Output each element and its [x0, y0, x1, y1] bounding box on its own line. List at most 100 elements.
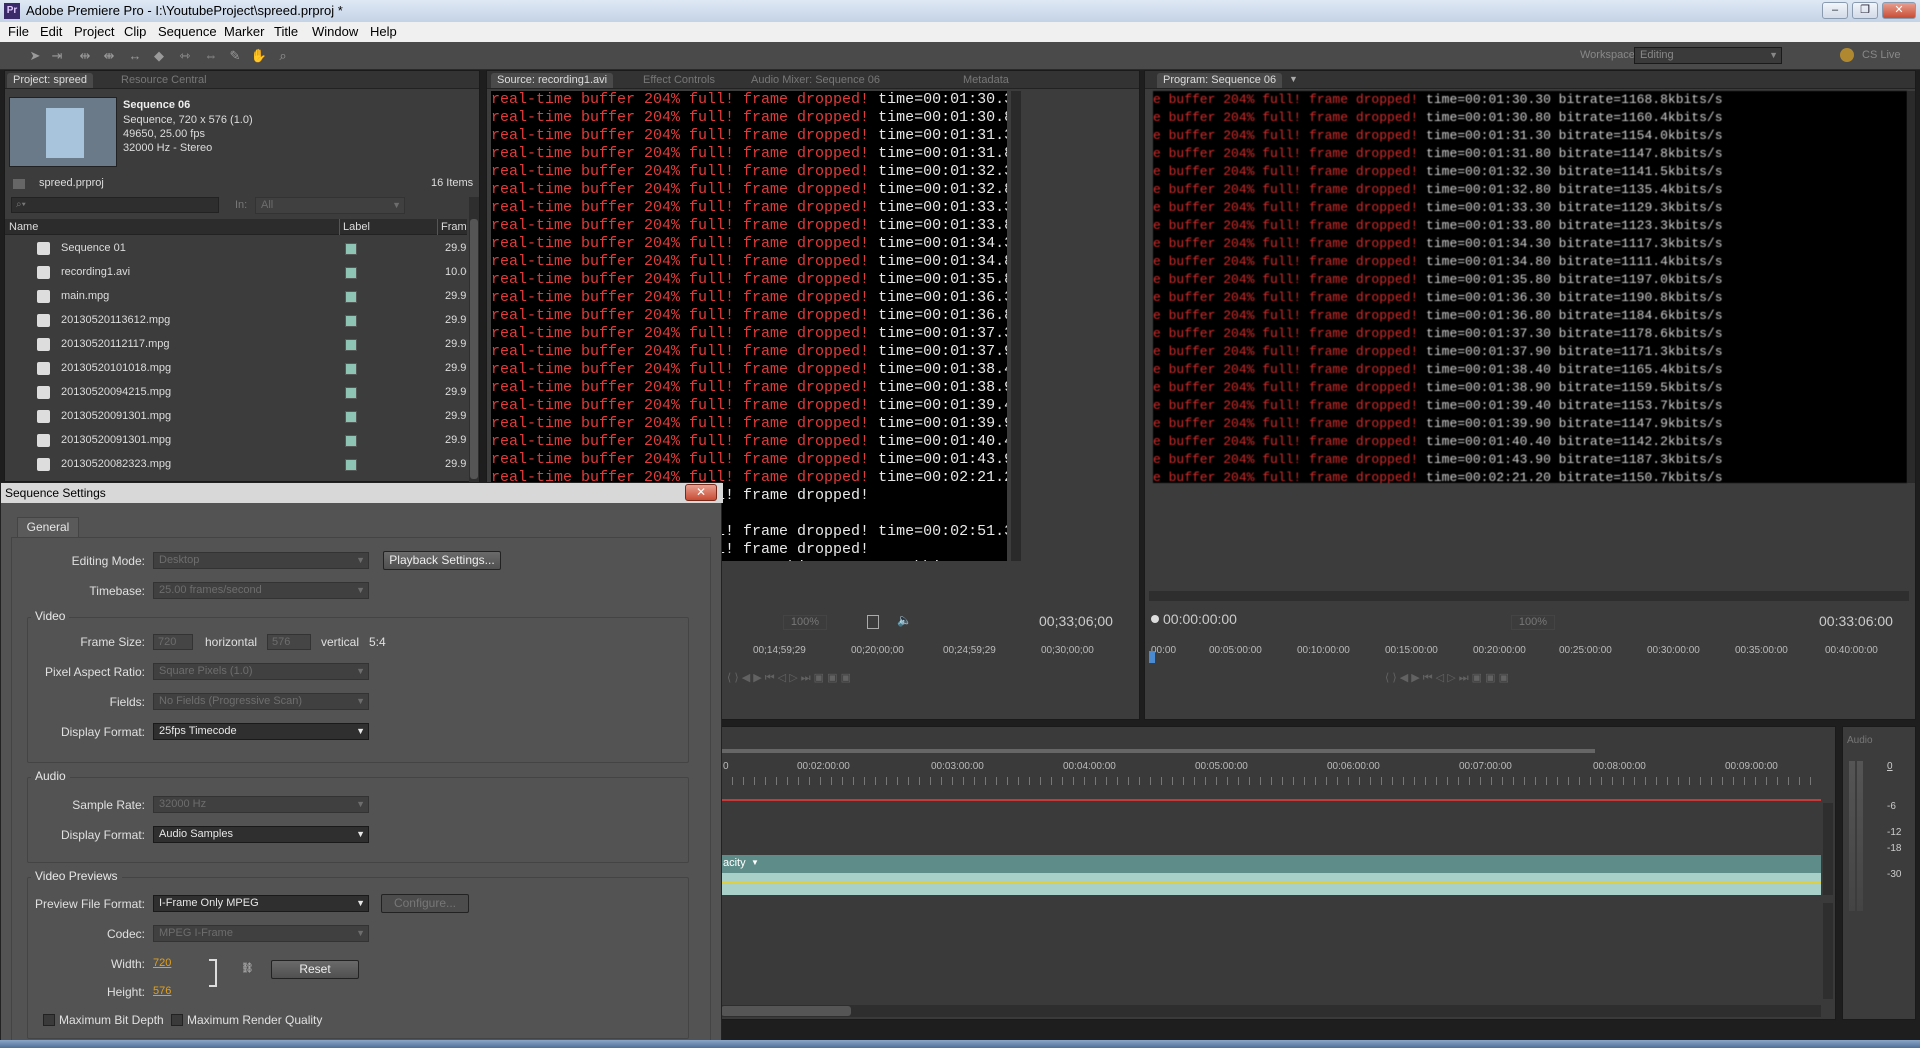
- opacity-rubberband[interactable]: [721, 882, 1821, 883]
- program-zoom-dropdown[interactable]: 100%: [1511, 615, 1555, 630]
- minimize-button[interactable]: –: [1822, 2, 1848, 19]
- timeline-h-scrollbar[interactable]: [721, 1005, 1821, 1017]
- label-swatch[interactable]: [345, 267, 357, 279]
- program-h-scrollbar[interactable]: [1149, 591, 1909, 601]
- pixel-aspect-ratio-value: Square Pixels (1.0): [159, 665, 253, 677]
- rolling-edit-icon[interactable]: ⇼: [100, 47, 118, 65]
- chevron-down-icon[interactable]: ▼: [1289, 74, 1298, 84]
- maximize-button[interactable]: ❐: [1852, 2, 1878, 19]
- column-frame-rate[interactable]: Fram: [441, 221, 467, 233]
- chain-link-icon[interactable]: ⛓: [241, 963, 254, 974]
- scroll-thumb[interactable]: [721, 1006, 851, 1016]
- label-swatch[interactable]: [345, 243, 357, 255]
- clip-fx-label[interactable]: acity: [723, 857, 746, 869]
- label-swatch[interactable]: [345, 459, 357, 471]
- timeline-ruler[interactable]: 0 00:02:00:00 00:03:00:00 00:04:00:00 00…: [721, 759, 1821, 773]
- menu-clip[interactable]: Clip: [124, 24, 146, 39]
- video-tracks-scrollbar[interactable]: [1823, 803, 1833, 895]
- list-item[interactable]: 20130520101018.mpg 29.97: [5, 357, 467, 381]
- source-scrollbar[interactable]: [1011, 91, 1021, 561]
- selection-tool-icon[interactable]: ➤: [26, 47, 44, 65]
- menu-sequence[interactable]: Sequence: [158, 24, 217, 39]
- pen-icon[interactable]: ✎: [226, 47, 244, 65]
- tab-metadata[interactable]: Metadata: [957, 73, 1015, 88]
- scroll-thumb[interactable]: [470, 219, 478, 479]
- list-item[interactable]: 20130520091301.mpg 29.97: [5, 405, 467, 429]
- track-select-icon[interactable]: ⇥: [48, 47, 66, 65]
- close-window-button[interactable]: ✕: [1882, 2, 1916, 19]
- menu-window[interactable]: Window: [312, 24, 358, 39]
- zoom-icon[interactable]: ⌕: [274, 47, 292, 65]
- work-area-bar[interactable]: [721, 749, 1595, 753]
- playhead[interactable]: [1149, 651, 1155, 663]
- list-item[interactable]: 20130520112117.mpg 29.97: [5, 333, 467, 357]
- program-current-time[interactable]: 00:00:00:00: [1163, 611, 1237, 627]
- drag-audio-icon[interactable]: 🔈: [897, 613, 912, 627]
- max-bit-depth-checkbox[interactable]: [43, 1014, 55, 1026]
- list-item[interactable]: recording1.avi 10.00: [5, 261, 467, 285]
- in-dropdown[interactable]: All ▼: [255, 197, 405, 214]
- playback-settings-button[interactable]: Playback Settings...: [383, 551, 501, 570]
- list-item[interactable]: 20130520091301.mpg 29.97: [5, 429, 467, 453]
- ripple-edit-icon[interactable]: ⇹: [76, 47, 94, 65]
- list-item[interactable]: 20130520113612.mpg 29.97: [5, 309, 467, 333]
- menu-project[interactable]: Project: [74, 24, 114, 39]
- audio-display-format-dropdown[interactable]: Audio Samples ▼: [153, 826, 369, 843]
- tab-program[interactable]: Program: Sequence 06: [1157, 73, 1283, 88]
- reset-button[interactable]: Reset: [271, 960, 359, 979]
- slip-icon[interactable]: ⇿: [176, 47, 194, 65]
- configure-button[interactable]: Configure...: [381, 894, 469, 913]
- razor-icon[interactable]: ◆: [150, 47, 168, 65]
- tab-general[interactable]: General: [17, 517, 79, 537]
- list-item[interactable]: 20130520094215.mpg 29.97: [5, 381, 467, 405]
- dialog-close-button[interactable]: ✕: [685, 484, 717, 501]
- audio-meters-tab[interactable]: Audio: [1847, 735, 1873, 746]
- list-item[interactable]: 20130520082323.mpg 29.97: [5, 453, 467, 477]
- menu-edit[interactable]: Edit: [40, 24, 62, 39]
- workspace-dropdown[interactable]: Editing ▼: [1634, 47, 1782, 64]
- label-swatch[interactable]: [345, 339, 357, 351]
- preview-width-value[interactable]: 720: [153, 957, 171, 969]
- project-search-input[interactable]: ⌕▾: [11, 197, 219, 213]
- column-name[interactable]: Name: [9, 221, 38, 233]
- column-label[interactable]: Label: [343, 221, 370, 233]
- rate-stretch-icon[interactable]: ↔: [126, 47, 144, 65]
- source-zoom-dropdown[interactable]: 100%: [783, 615, 827, 630]
- label-swatch[interactable]: [345, 411, 357, 423]
- max-render-quality-checkbox[interactable]: [171, 1014, 183, 1026]
- tab-effect-controls[interactable]: Effect Controls: [637, 73, 721, 88]
- menu-marker[interactable]: Marker: [224, 24, 264, 39]
- program-scrollbar[interactable]: [1907, 91, 1915, 483]
- label-swatch[interactable]: [345, 315, 357, 327]
- preview-height-value[interactable]: 576: [153, 985, 171, 997]
- tab-resource-central[interactable]: Resource Central: [115, 73, 213, 88]
- list-item[interactable]: Sequence 01 29.97: [5, 237, 467, 261]
- tab-source[interactable]: Source: recording1.avi: [491, 73, 614, 88]
- log-status-text: time=00:01:37.90 bitrate=1171.3kbits: [878, 343, 1007, 360]
- video-display-format-dropdown[interactable]: 25fps Timecode ▼: [153, 723, 369, 740]
- program-transport-controls[interactable]: ⟨ ⟩ ◀ ▶ ⏮ ◁ ▷ ⏭ ▣ ▣ ▣: [1385, 671, 1725, 711]
- tab-audio-mixer[interactable]: Audio Mixer: Sequence 06: [745, 73, 886, 88]
- label-swatch[interactable]: [345, 291, 357, 303]
- slide-icon[interactable]: ⇔: [202, 47, 220, 65]
- video-clip-body[interactable]: [721, 873, 1821, 895]
- source-transport-controls[interactable]: ⟨ ⟩ ◀ ▶ ⏮ ◁ ▷ ⏭ ▣ ▣ ▣: [727, 671, 1087, 711]
- label-swatch[interactable]: [345, 387, 357, 399]
- chevron-down-icon[interactable]: ▼: [751, 858, 759, 867]
- menu-title[interactable]: Title: [274, 24, 298, 39]
- project-scrollbar[interactable]: [469, 197, 479, 483]
- list-item[interactable]: main.mpg 29.97: [5, 285, 467, 309]
- program-time-ruler[interactable]: 00:00 00:05:00:00 00:10:00:00 00:15:00:0…: [1145, 643, 1915, 657]
- label-swatch[interactable]: [345, 435, 357, 447]
- tab-project[interactable]: Project: spreed: [7, 73, 93, 88]
- hand-icon[interactable]: ✋: [250, 47, 268, 65]
- video-clip-header[interactable]: acity ▼: [721, 855, 1821, 873]
- menu-help[interactable]: Help: [370, 24, 397, 39]
- log-line: e buffer 204% full! frame dropped! time=…: [1153, 433, 1907, 451]
- label-swatch[interactable]: [345, 363, 357, 375]
- menu-file[interactable]: File: [8, 24, 29, 39]
- preview-file-format-dropdown[interactable]: I-Frame Only MPEG ▼: [153, 895, 369, 912]
- audio-tracks-scrollbar[interactable]: [1823, 903, 1833, 999]
- cs-live-button[interactable]: CS Live: [1862, 49, 1901, 61]
- drag-video-icon[interactable]: [867, 615, 879, 629]
